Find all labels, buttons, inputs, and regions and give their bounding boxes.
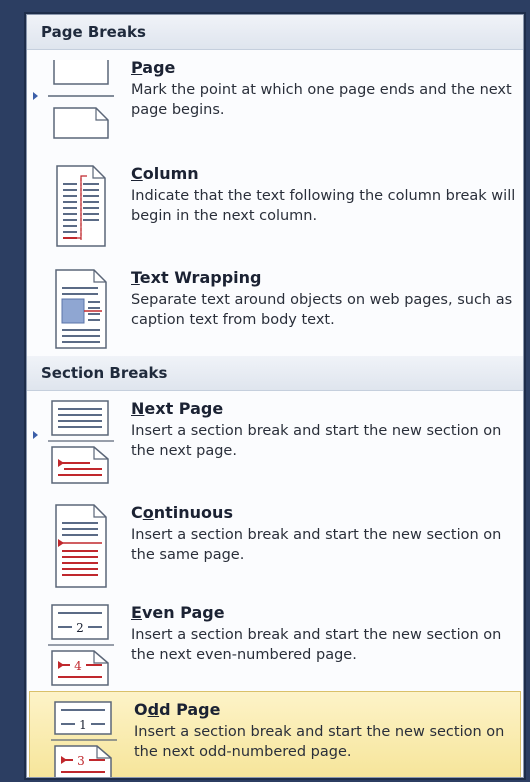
page-number: 1 — [79, 718, 87, 732]
menu-item-text-wrapping[interactable]: Text Wrapping Separate text around objec… — [27, 260, 523, 356]
menu-item-next-page[interactable]: Next Page Insert a section break and sta… — [27, 391, 523, 495]
menu-item-description: Indicate that the text following the col… — [131, 188, 516, 224]
menu-item-odd-page[interactable]: 1 3 Odd Page Insert a section break and … — [29, 691, 521, 777]
page-number: 3 — [77, 754, 85, 768]
menu-item-title: Continuous — [131, 503, 233, 522]
menu-item-title: Text Wrapping — [131, 268, 262, 287]
menu-item-description: Insert a section break and start the new… — [131, 423, 502, 459]
menu-item-description: Insert a section break and start the new… — [131, 527, 502, 563]
menu-item-even-page[interactable]: 2 4 Even Page Insert a section break and… — [27, 595, 523, 691]
text-wrapping-icon — [41, 266, 121, 350]
even-page-icon: 2 4 — [41, 601, 121, 687]
menu-item-title: Page — [131, 58, 176, 77]
menu-item-title: Column — [131, 164, 199, 183]
continuous-icon — [41, 501, 121, 589]
menu-item-column[interactable]: Column Indicate that the text following … — [27, 156, 523, 260]
section-breaks-header: Section Breaks — [27, 356, 523, 391]
menu-item-description: Mark the point at which one page ends an… — [131, 82, 512, 118]
menu-item-title: Next Page — [131, 399, 224, 418]
menu-item-page[interactable]: Page Mark the point at which one page en… — [27, 50, 523, 156]
page-number: 4 — [74, 659, 82, 673]
breaks-menu: Page Breaks Page Mark the point at which… — [26, 14, 524, 778]
page-number: 2 — [76, 621, 84, 635]
column-break-icon — [41, 162, 121, 248]
page-breaks-header: Page Breaks — [27, 15, 523, 50]
menu-item-description: Separate text around objects on web page… — [131, 292, 513, 328]
page-break-icon — [41, 56, 121, 140]
menu-item-title: Odd Page — [134, 700, 221, 719]
menu-item-description: Insert a section break and start the new… — [131, 627, 502, 663]
odd-page-icon: 1 3 — [44, 698, 124, 777]
menu-item-continuous[interactable]: Continuous Insert a section break and st… — [27, 495, 523, 595]
split-marker — [33, 431, 38, 439]
menu-item-title: Even Page — [131, 603, 225, 622]
menu-item-description: Insert a section break and start the new… — [134, 724, 505, 760]
split-marker — [33, 92, 38, 100]
next-page-icon — [41, 397, 121, 485]
